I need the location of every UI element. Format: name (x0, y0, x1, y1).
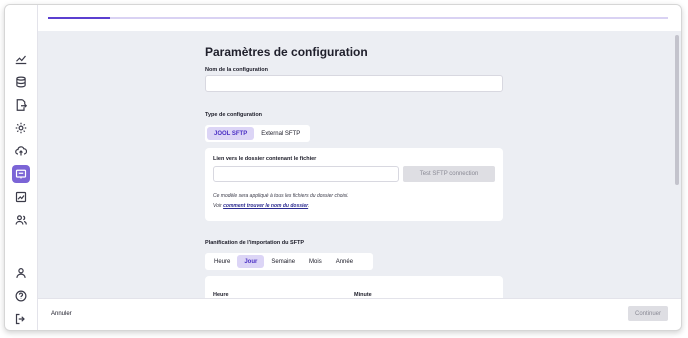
type-label: Type de configuration (205, 112, 263, 118)
app-window: Paramètres de configuration Nom de la co… (4, 4, 682, 331)
schedule-option-jour[interactable]: Jour (237, 255, 265, 268)
footer: Annuler Continuer (38, 298, 681, 330)
type-option-external-sftp[interactable]: External SFTP (254, 127, 307, 140)
type-toggle: JOOL SFTP External SFTP (205, 125, 310, 142)
file-export-icon[interactable] (12, 96, 30, 114)
page-title: Paramètres de configuration (205, 45, 368, 59)
name-input[interactable] (205, 75, 503, 92)
schedule-label: Planification de l'importation du SFTP (205, 240, 305, 246)
type-option-jool-sftp[interactable]: JOOL SFTP (207, 127, 255, 140)
schedule-option-mois[interactable]: Mois (302, 255, 329, 268)
sidebar (5, 5, 38, 330)
progress-bar (48, 17, 668, 19)
help-icon[interactable] (12, 287, 30, 305)
find-folder-name-link[interactable]: comment trouver le nom du dossier (223, 203, 308, 209)
sftp-config-icon[interactable] (12, 165, 30, 183)
folder-input[interactable] (213, 166, 399, 182)
database-icon[interactable] (12, 73, 30, 91)
hint-suffix: . (308, 203, 310, 209)
cancel-button[interactable]: Annuler (51, 311, 72, 317)
hint-prefix: Voir (213, 203, 224, 209)
test-sftp-connection-button[interactable]: Test SFTP connection (403, 166, 495, 182)
schedule-option-heure[interactable]: Heure (207, 255, 237, 268)
name-label: Nom de la configuration (205, 67, 268, 73)
users-icon[interactable] (12, 211, 30, 229)
progress-fill (48, 17, 110, 19)
schedule-option-annee[interactable]: Année (329, 255, 360, 268)
folder-card: Lien vers le dossier contenant le fichie… (205, 148, 503, 221)
continue-button[interactable]: Continuer (628, 306, 668, 321)
folder-hint-link-line: Voir comment trouver le nom du dossier. (213, 203, 310, 209)
chart-icon[interactable] (12, 50, 30, 68)
progress-header (38, 5, 681, 31)
folder-label: Lien vers le dossier contenant le fichie… (213, 156, 317, 162)
scrollbar-thumb[interactable] (675, 35, 679, 185)
folder-hint: Ce modèle sera appliqué à tous les fichi… (213, 193, 349, 199)
cloud-upload-icon[interactable] (12, 142, 30, 160)
schedule-option-semaine[interactable]: Semaine (264, 255, 302, 268)
logout-icon[interactable] (12, 310, 30, 328)
user-icon[interactable] (12, 264, 30, 282)
analytics-icon[interactable] (12, 188, 30, 206)
schedule-toggle: Heure Jour Semaine Mois Année (205, 253, 373, 270)
gear-icon[interactable] (12, 119, 30, 137)
